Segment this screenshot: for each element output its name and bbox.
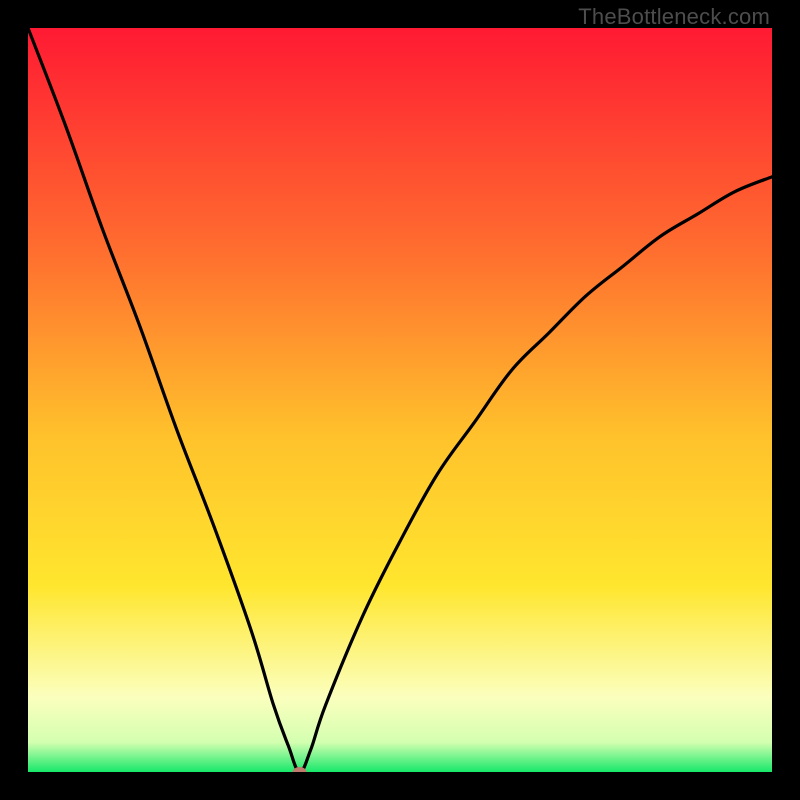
bottleneck-curve xyxy=(28,28,772,772)
watermark-text: TheBottleneck.com xyxy=(578,4,770,30)
chart-frame: TheBottleneck.com xyxy=(0,0,800,800)
plot-area xyxy=(28,28,772,772)
